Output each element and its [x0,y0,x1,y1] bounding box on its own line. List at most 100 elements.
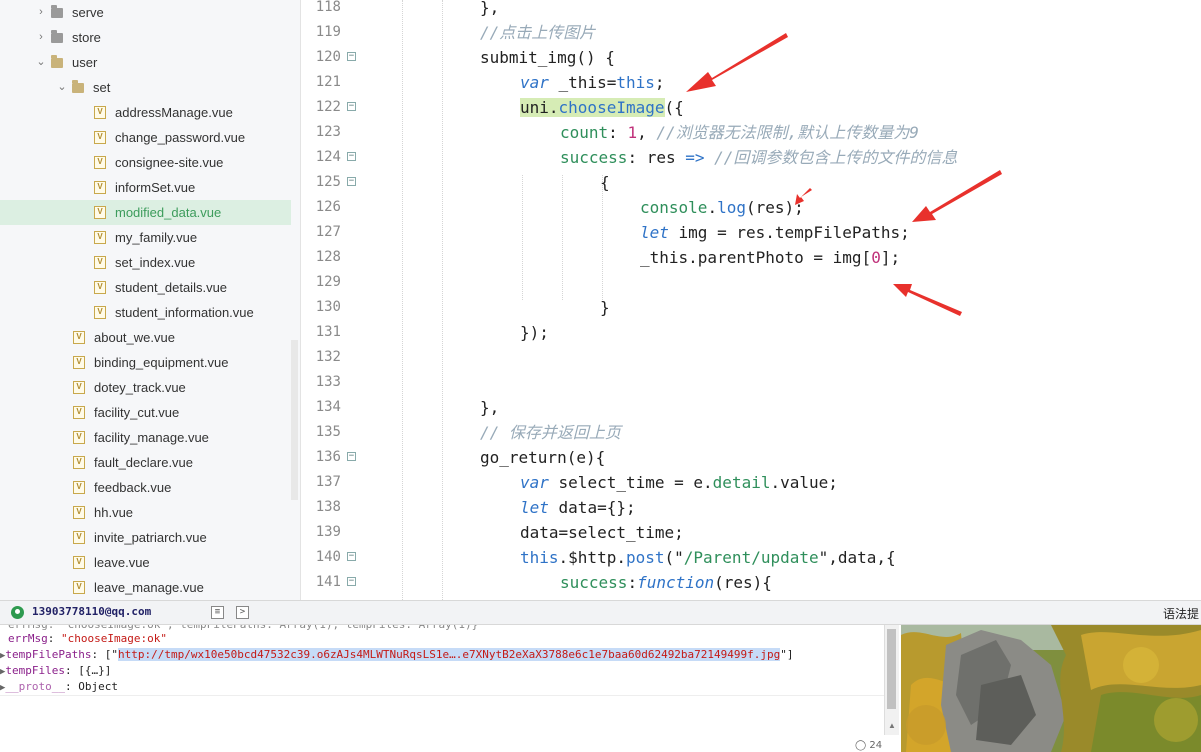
code-line[interactable]: 122− uni.chooseImage({ [301,95,1201,120]
fold-icon[interactable]: − [347,177,356,186]
tree-file[interactable]: Vfacility_cut.vue [0,400,291,425]
tree-item-label: dotey_track.vue [94,380,186,395]
fold-icon[interactable]: − [347,552,356,561]
tree-file[interactable]: Vconsignee-site.vue [0,150,291,175]
tree-folder[interactable]: ⌄ user [0,50,291,75]
tree-file[interactable]: Vhh.vue [0,500,291,525]
code-line[interactable]: 139 data=select_time; [301,520,1201,545]
code-token: data={}; [548,498,636,517]
tree-file[interactable]: Vdotey_track.vue [0,375,291,400]
fold-icon[interactable]: − [347,452,356,461]
tree-file[interactable]: Vfeedback.vue [0,475,291,500]
chevron-down-icon[interactable]: ⌄ [56,75,68,100]
tree-file[interactable]: Vabout_we.vue [0,325,291,350]
code-line[interactable]: 120− submit_img() { [301,45,1201,70]
tree-item-label: facility_cut.vue [94,405,180,420]
tree-file[interactable]: Vmodified_data.vue [0,200,291,225]
tree-file[interactable]: Vfacility_manage.vue [0,425,291,450]
code-token: .$http. [558,548,626,567]
code-line[interactable]: 130} [301,295,1201,320]
code-editor[interactable]: 118}, 119//点击上传图片 120− submit_img() {121 var… [301,0,1201,600]
code-line[interactable]: 128 _this.parentPhoto = img[0]; [301,245,1201,270]
code-text: let img = res.tempFilePaths; [640,220,910,245]
tree-file[interactable]: Vmy_family.vue [0,225,291,250]
temp-file-url[interactable]: http://tmp/wx10e50bcd47532c39.o6zAJs4MLW… [118,648,781,661]
tree-file[interactable]: Vinvite_patriarch.vue [0,525,291,550]
console-line-temp-files[interactable]: ▶tempFiles: [{…}] [0,663,111,679]
code-token: { [600,173,610,192]
tree-folder[interactable]: ⌄ set [0,75,291,100]
code-line[interactable]: 135 // 保存并返回上页 [301,420,1201,445]
code-line[interactable]: 124− success: res => //回调参数包含上传的文件的信息 [301,145,1201,170]
terminal-icon[interactable]: > [236,606,249,619]
fold-icon[interactable]: − [347,577,356,586]
syntax-hint-label[interactable]: 语法提 [1163,605,1199,622]
code-token: success [560,148,628,167]
code-token: //回调参数包含上传的文件的信息 [714,148,958,167]
tree-file[interactable]: Vleave_manage.vue [0,575,291,600]
code-line[interactable]: 138 let data={}; [301,495,1201,520]
code-line[interactable]: 119 //点击上传图片 [301,20,1201,45]
tree-folder[interactable]: › serve [0,0,291,25]
code-line[interactable]: 140− this.$http.post("/Parent/update",dat… [301,545,1201,570]
chevron-right-icon[interactable]: › [35,25,47,50]
account-icon[interactable] [11,606,24,619]
code-token: . [707,198,718,217]
code-line[interactable]: 121 var _this=this; [301,70,1201,95]
tree-folder[interactable]: › store [0,25,291,50]
code-line[interactable]: 123 count: 1, //浏览器无法限制,默认上传数量为9 [301,120,1201,145]
code-line[interactable]: 126 console.log(res); [301,195,1201,220]
tree-file[interactable]: VaddressManage.vue [0,100,291,125]
account-label[interactable]: 13903778110@qq.com [32,605,151,618]
code-line[interactable]: 131}); [301,320,1201,345]
chevron-down-icon[interactable]: ⌄ [35,50,47,75]
tree-file[interactable]: Vchange_password.vue [0,125,291,150]
vue-file-icon: V [94,281,106,294]
tree-file[interactable]: Vstudent_details.vue [0,275,291,300]
code-line[interactable]: 132 [301,345,1201,370]
tree-file[interactable]: Vleave.vue [0,550,291,575]
code-line[interactable]: 129 [301,270,1201,295]
code-line[interactable]: 141− success:function(res){ [301,570,1201,595]
fold-icon[interactable]: − [347,102,356,111]
tree-file[interactable]: VinformSet.vue [0,175,291,200]
code-token: : [627,573,638,592]
code-text: submit_img() { [480,45,615,70]
console-line-proto[interactable]: ▶__proto__: Object [0,679,118,695]
tree-file[interactable]: Vfault_declare.vue [0,450,291,475]
console-output[interactable]: errMsg: "chooseImage:ok", tempFilePaths:… [0,625,884,752]
tree-scrollbar[interactable] [291,340,298,500]
code-line[interactable]: 127 let img = res.tempFilePaths; [301,220,1201,245]
code-token: _this= [548,73,617,92]
code-token: // 保存并返回上页 [480,423,621,442]
fold-icon[interactable]: − [347,152,356,161]
tree-file[interactable]: Vstudent_information.vue [0,300,291,325]
tree-file[interactable]: Vset_index.vue [0,250,291,275]
code-token: (" [664,548,684,567]
line-number: 139 [315,524,341,540]
code-line[interactable]: 125− { [301,170,1201,195]
code-line[interactable]: 134}, [301,395,1201,420]
list-icon[interactable]: ≡ [211,606,224,619]
chevron-right-icon[interactable]: › [35,0,47,25]
code-line[interactable]: 136− go_return(e){ [301,445,1201,470]
code-token: .value; [770,473,838,492]
code-token: select_time = e. [548,473,713,492]
code-token: (res); [745,198,804,217]
vue-file-icon: V [73,531,85,544]
tree-item-label: store [72,30,101,45]
code-line[interactable]: 137 var select_time = e.detail.value; [301,470,1201,495]
code-text: var select_time = e.detail.value; [520,470,838,495]
tree-file[interactable]: Vbinding_equipment.vue [0,350,291,375]
code-line[interactable]: 118}, [301,0,1201,20]
folder-icon [72,80,84,93]
scroll-up-icon[interactable]: ▲ [888,721,896,730]
code-token: this [520,548,559,567]
console-scrollbar[interactable]: ▲ [884,625,899,735]
code-line[interactable]: 133 [301,370,1201,395]
console-line-temp-paths[interactable]: ▶tempFilePaths: ["http://tmp/wx10e50bcd4… [0,647,794,663]
vue-file-icon: V [73,556,85,569]
code-token: 0 [871,248,881,267]
fold-icon[interactable]: − [347,52,356,61]
scrollbar-thumb[interactable] [887,629,896,709]
